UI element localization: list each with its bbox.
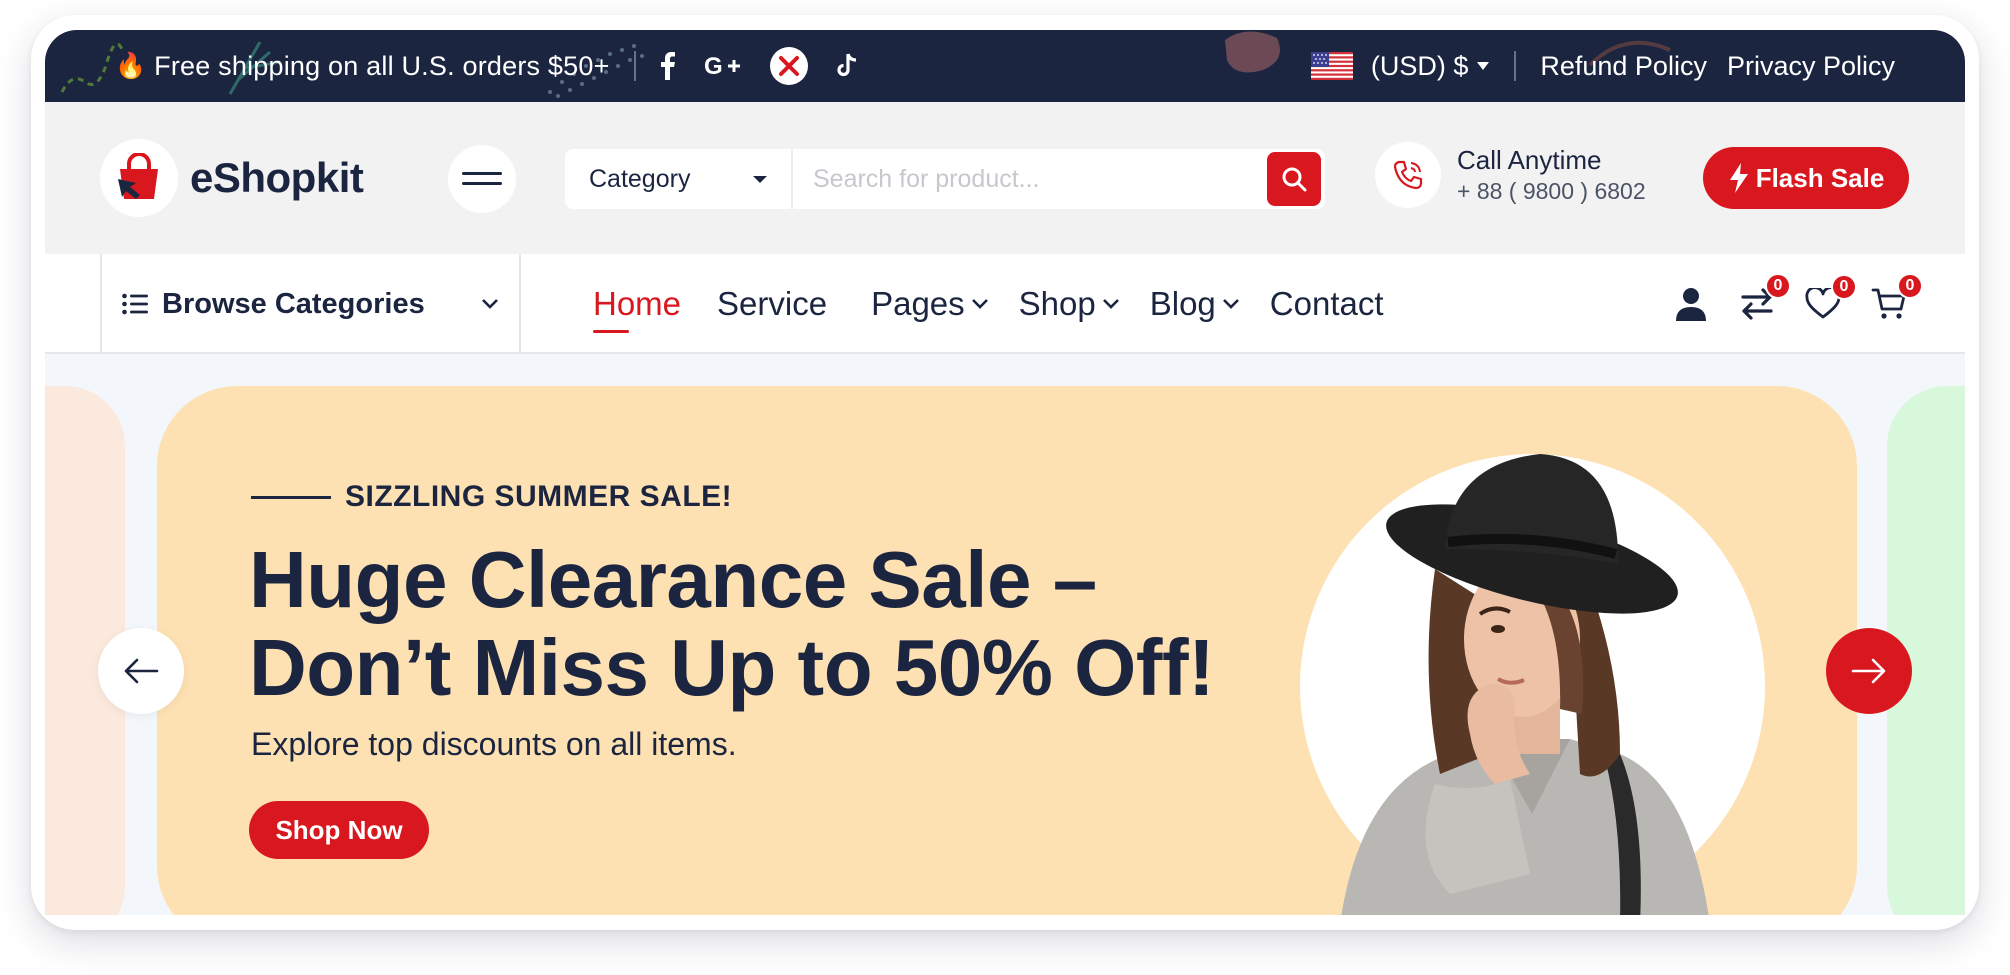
top-bar: 🔥 Free shipping on all U.S. orders $50+ … [45,30,1965,102]
hero-subtext: Explore top discounts on all items. [251,726,737,762]
hamburger-icon [462,172,502,185]
menu-toggle-button[interactable] [448,145,516,213]
main-header: eShopkit Category Search for product... … [45,102,1965,254]
category-select[interactable]: Category [565,149,793,209]
hero-slide: SIZZLING SUMMER SALE! Huge Clearance Sal… [157,386,1857,915]
hero-headline: Huge Clearance Sale – Don’t Miss Up to 5… [249,536,1349,712]
x-twitter-icon[interactable] [769,47,808,85]
user-icon [1676,288,1706,321]
hero-model-image [1300,454,1765,915]
nav-contact[interactable]: Contact [1270,285,1384,323]
divider [1514,51,1517,81]
nav-pages[interactable]: Pages [871,285,989,323]
browse-categories-label: Browse Categories [162,287,425,320]
nav-service-label: Service [717,285,828,322]
phone-icon [1375,142,1441,208]
browse-categories-dropdown[interactable]: Browse Categories [100,254,521,354]
nav-blog[interactable]: Blog [1150,285,1240,323]
wishlist-count-badge: 0 [1831,274,1857,300]
nav-service[interactable]: Service [717,285,827,323]
shop-now-button[interactable]: Shop Now [249,801,429,859]
list-icon [122,293,148,315]
header-actions: 0 0 0 [1673,254,1937,354]
nav-home[interactable]: Home [593,285,682,333]
caret-down-icon [753,175,767,183]
user-account-button[interactable] [1673,286,1709,322]
currency-label: (USD) $ [1370,50,1469,81]
arrow-right-icon [1851,658,1886,684]
headline-line-1: Huge Clearance Sale – [249,535,1097,624]
call-title: Call Anytime [1457,145,1602,175]
search-input[interactable] [793,149,1267,209]
previous-slide-button[interactable] [98,628,184,714]
nav-shop-label: Shop [1018,285,1096,322]
nav-home-label: Home [593,285,682,322]
refund-policy-link[interactable]: Refund Policy [1540,51,1707,82]
google-plus-icon[interactable]: G [704,54,742,78]
flash-sale-button[interactable]: Flash Sale [1703,147,1909,209]
category-select-label: Category [589,164,691,193]
caret-down-icon [1477,62,1490,70]
search-icon [1282,167,1307,192]
logo-text: eShopkit [190,154,364,201]
lightning-icon [1729,163,1748,193]
flash-sale-label: Flash Sale [1755,162,1885,193]
eyebrow-line [251,495,331,499]
active-underline [593,330,629,333]
phone-number: + 88 ( 9800 ) 6802 [1457,178,1646,204]
woman-in-hat-image [1341,454,1709,915]
free-shipping-text: Free shipping on all U.S. orders $50+ [154,50,610,81]
currency-selector[interactable]: (USD) $ [1310,50,1491,82]
compare-count-badge: 0 [1765,273,1791,299]
chevron-down-icon [971,299,988,309]
nav-bar: Browse Categories Home Service Pages Sho… [45,254,1965,354]
nav-shop[interactable]: Shop [1019,285,1120,323]
slide-eyebrow: SIZZLING SUMMER SALE! [251,480,732,514]
cart-button[interactable]: 0 [1871,273,1923,321]
chevron-down-icon [1102,299,1119,309]
social-links: G [660,47,858,85]
nav-contact-label: Contact [1269,285,1384,322]
wishlist-button[interactable]: 0 [1805,274,1857,320]
tiktok-icon[interactable] [836,53,858,79]
cart-count-badge: 0 [1897,273,1923,299]
shopping-bag-logo-icon [100,139,178,217]
svg-text:G: G [704,54,723,78]
hero-slider: SIZZLING SUMMER SALE! Huge Clearance Sal… [45,356,1965,915]
compare-button[interactable]: 0 [1739,273,1791,321]
chevron-down-icon [1222,299,1239,309]
facebook-icon[interactable] [660,52,676,80]
search-bar: Category [565,149,1325,209]
headline-line-2: Don’t Miss Up to 50% Off! [249,623,1215,712]
divider [633,51,636,81]
nav-blog-label: Blog [1149,285,1216,322]
fire-icon: 🔥 [115,51,147,80]
decorative-blob-icon [1225,31,1280,73]
website: 🔥 Free shipping on all U.S. orders $50+ … [45,30,1965,915]
eyebrow-text: SIZZLING SUMMER SALE! [345,480,733,513]
nav-pages-label: Pages [871,285,965,322]
chevron-down-icon [482,299,498,309]
us-flag-icon [1310,52,1353,80]
logo[interactable]: eShopkit [100,139,364,217]
search-button[interactable] [1267,152,1321,206]
privacy-policy-link[interactable]: Privacy Policy [1727,51,1895,82]
call-anytime[interactable]: Call Anytime + 88 ( 9800 ) 6802 [1375,142,1646,208]
main-nav: Home Service Pages Shop Blog Contact [593,254,1420,354]
next-slide-button[interactable] [1826,628,1912,714]
arrow-left-icon [124,658,159,684]
